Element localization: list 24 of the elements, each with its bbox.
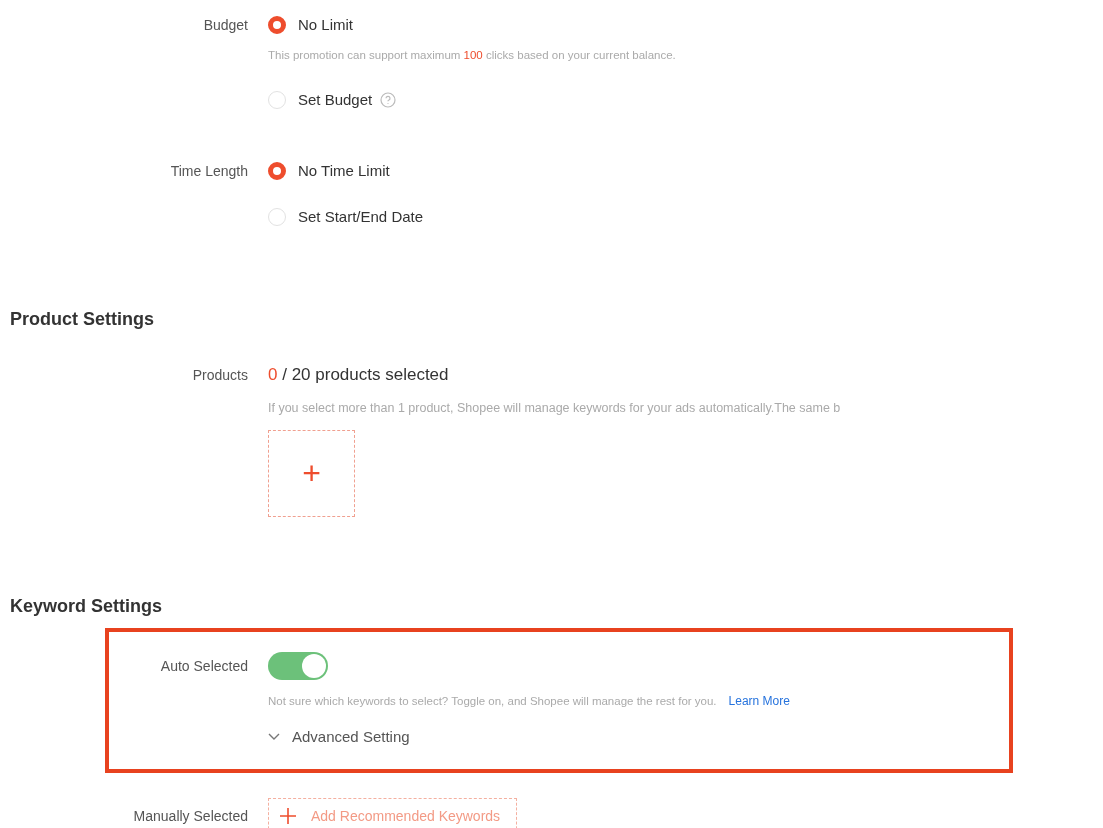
field-label: Time Length <box>170 162 248 181</box>
plus-icon <box>279 807 297 825</box>
learn-more-link[interactable]: Learn More <box>728 694 790 708</box>
field-label: Products <box>192 366 248 385</box>
chevron-icon[interactable] <box>268 733 280 741</box>
selection-count: 0 / 20 products selected <box>268 364 449 386</box>
hint-text: If you select more than 1 product, Shopee will manage keywords for your ads automatically.The same b <box>268 400 841 417</box>
radio-label[interactable]: No Time Limit <box>298 159 390 183</box>
field-label: Budget <box>203 16 248 35</box>
radio-label[interactable]: No Limit <box>298 13 353 37</box>
section-title: Product Settings <box>9 308 155 331</box>
field-label: Auto Selected <box>160 657 248 676</box>
hint-text: Not sure which keywords to select? Toggle on, and Shopee will manage the rest for you. <box>268 694 717 709</box>
add-product-button[interactable]: + <box>268 430 355 517</box>
radio-label[interactable]: Set Start/End Date <box>298 205 424 229</box>
radio-button[interactable] <box>268 162 286 180</box>
hint-text: This promotion can support maximum 100 clicks based on your current balance. <box>268 48 676 63</box>
help-icon[interactable] <box>380 92 397 108</box>
field-label: Manually Selected <box>133 807 248 826</box>
toggle-switch[interactable] <box>268 652 328 680</box>
section-title: Keyword Settings <box>9 595 164 618</box>
radio-button[interactable] <box>268 16 286 34</box>
radio-label[interactable]: Set Budget <box>298 88 373 112</box>
advanced-setting-toggle[interactable]: Advanced Setting <box>292 726 410 748</box>
